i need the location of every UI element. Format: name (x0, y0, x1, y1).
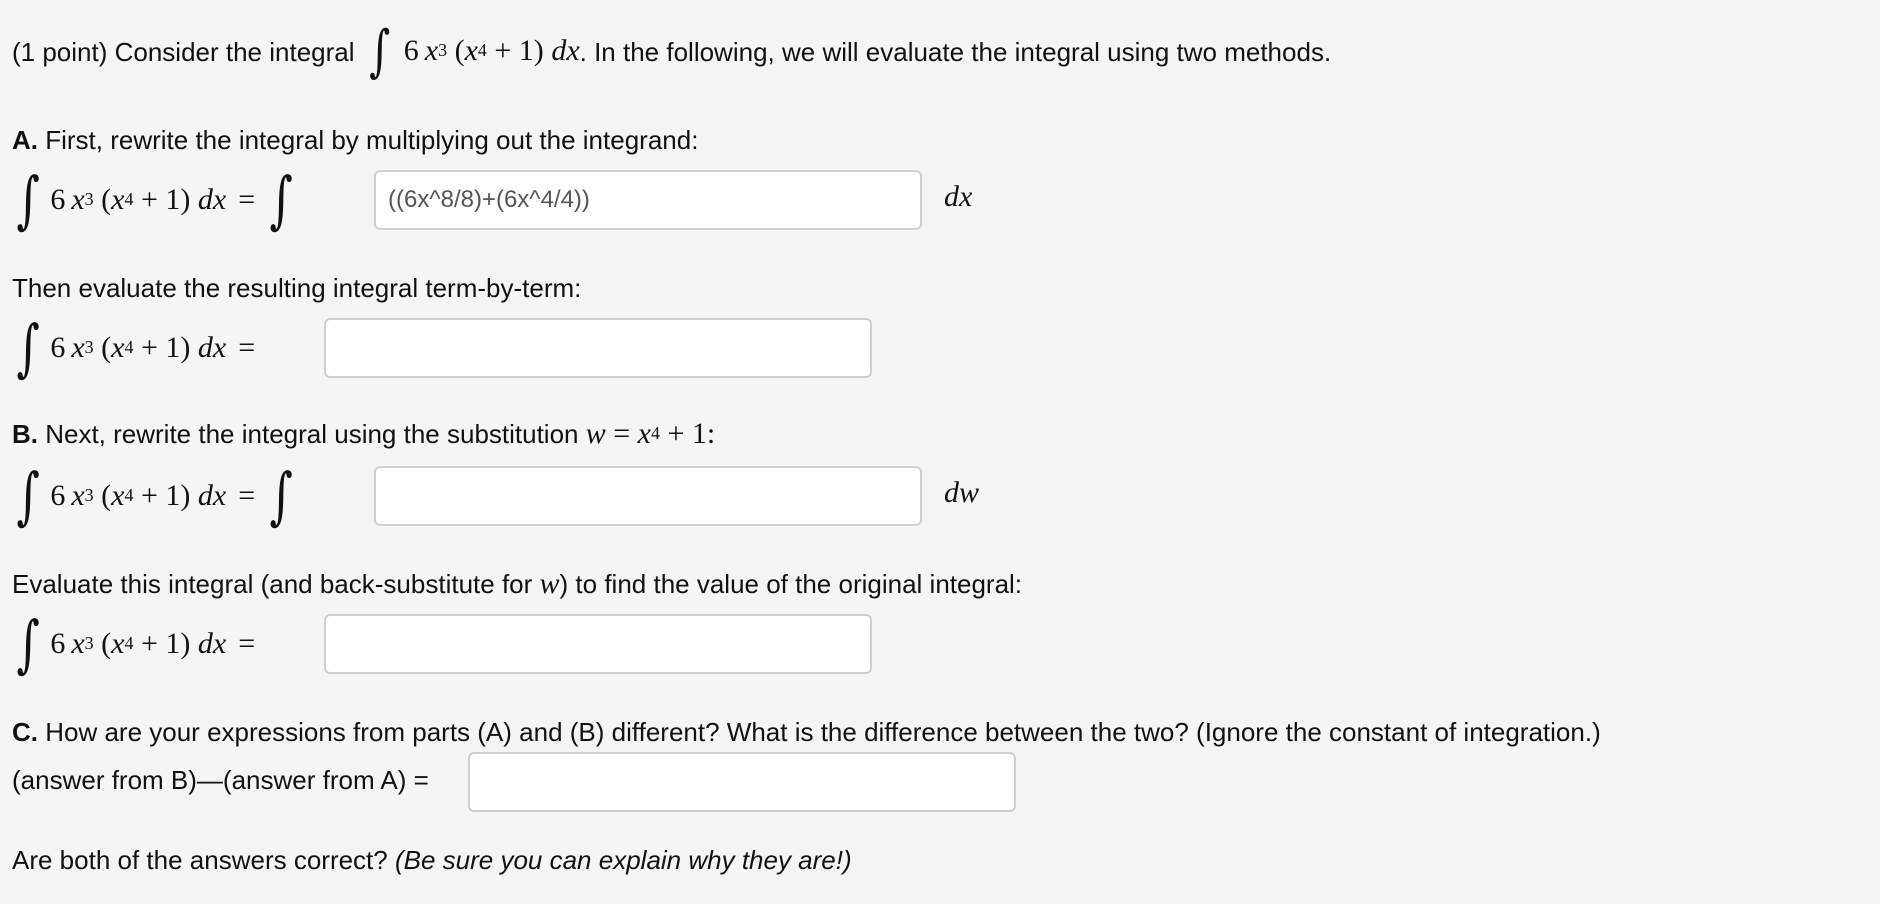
part-b-rewrite-input[interactable] (374, 466, 922, 526)
intro-line: (1 point) Consider the integral ∫ 6 x3 (… (12, 24, 1332, 80)
integrand-expression: 6 x3 (x4 + 1) dx (50, 479, 227, 512)
part-c-diff-label: (answer from B)—(answer from A) = (12, 765, 429, 795)
equals-sign: = (238, 479, 256, 512)
part-a2-heading: Then evaluate the resulting integral ter… (12, 273, 582, 303)
integral-sign: ∫ (368, 19, 390, 84)
integrand-expression: 6 x3 (x4 + 1) dx (403, 33, 580, 67)
part-a-math-row: ∫ 6 x3 (x4 + 1) dx = ∫ (12, 162, 297, 238)
integrand-expression: 6 x3 (x4 + 1) dx (50, 627, 227, 660)
part-b-math-row: ∫ 6 x3 (x4 + 1) dx = ∫ (12, 458, 297, 534)
footer-question: Are both of the answers correct? (Be sur… (12, 845, 852, 875)
part-c-heading: C. How are your expressions from parts (… (12, 717, 1601, 747)
integral-sign: ∫ (269, 459, 293, 532)
integrand-expression: 6 x3 (x4 + 1) dx (50, 331, 227, 364)
equals-sign: = (238, 627, 256, 660)
part-c-difference-input[interactable] (468, 752, 1016, 812)
equals-sign: = (238, 331, 256, 364)
part-b-heading: B. Next, rewrite the integral using the … (12, 417, 716, 450)
intro-suffix: . In the following, we will evaluate the… (579, 37, 1332, 67)
differential-dx: dx (944, 180, 973, 213)
integrand-expression: 6 x3 (x4 + 1) dx (50, 183, 227, 216)
part-a2-math-row: ∫ 6 x3 (x4 + 1) dx = (12, 310, 265, 386)
integral-sign: ∫ (16, 459, 40, 532)
part-a-evaluate-input[interactable] (324, 318, 872, 378)
integral-sign: ∫ (16, 311, 40, 384)
integral-sign: ∫ (16, 163, 40, 236)
part-a-rewrite-input[interactable] (374, 170, 922, 230)
differential-dw: dw (944, 476, 980, 509)
equals-sign: = (238, 183, 256, 216)
integral-sign: ∫ (16, 607, 40, 680)
part-b2-math-row: ∫ 6 x3 (x4 + 1) dx = (12, 606, 265, 682)
part-b-evaluate-input[interactable] (324, 614, 872, 674)
intro-prefix: (1 point) Consider the integral (12, 37, 355, 67)
part-b2-heading: Evaluate this integral (and back-substit… (12, 567, 1023, 600)
integral-sign: ∫ (269, 163, 293, 236)
part-a-heading: A. First, rewrite the integral by multip… (12, 125, 699, 155)
